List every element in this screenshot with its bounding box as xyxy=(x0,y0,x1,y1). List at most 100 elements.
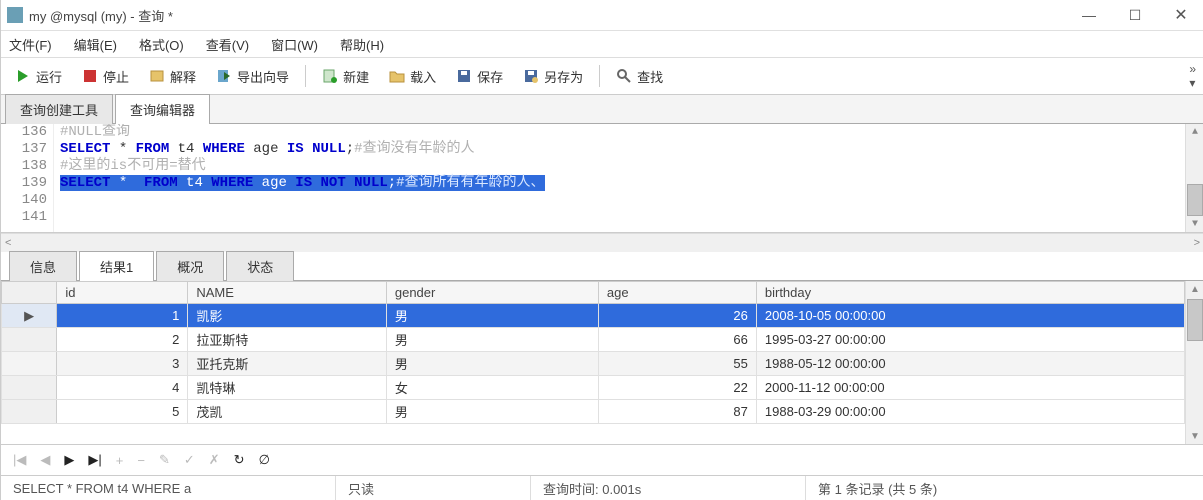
toolbar-overflow[interactable]: »▾ xyxy=(1181,62,1203,90)
nav-edit[interactable]: ✎ xyxy=(159,452,170,468)
minimize-button[interactable]: — xyxy=(1066,0,1112,30)
cell-gender[interactable]: 男 xyxy=(386,400,598,424)
tab-editor[interactable]: 查询编辑器 xyxy=(115,94,210,124)
menu-window[interactable]: 窗口(W) xyxy=(271,35,318,54)
cell-age[interactable]: 55 xyxy=(598,352,756,376)
maximize-button[interactable]: ☐ xyxy=(1112,0,1158,30)
status-sql: SELECT * FROM t4 WHERE a xyxy=(1,476,336,500)
tab-builder[interactable]: 查询创建工具 xyxy=(5,94,113,124)
cell-age[interactable]: 87 xyxy=(598,400,756,424)
cell-gender[interactable]: 女 xyxy=(386,376,598,400)
tab-profile[interactable]: 概况 xyxy=(156,251,224,281)
table-row[interactable]: 3亚托克斯男551988-05-12 00:00:00 xyxy=(2,352,1185,376)
sql-editor[interactable]: 136137138139140141 #NULL查询SELECT * FROM … xyxy=(1,124,1203,233)
cell-id[interactable]: 4 xyxy=(57,376,188,400)
nav-null[interactable]: ∅ xyxy=(259,452,270,468)
editor-hscroll[interactable]: <> xyxy=(1,233,1203,252)
cell-age[interactable]: 22 xyxy=(598,376,756,400)
cell-NAME[interactable]: 凯特琳 xyxy=(188,376,387,400)
nav-delete[interactable]: − xyxy=(137,453,145,468)
scroll-up-icon[interactable]: ▲ xyxy=(1192,124,1198,140)
cell-NAME[interactable]: 亚托克斯 xyxy=(188,352,387,376)
separator xyxy=(599,65,600,87)
new-icon xyxy=(322,68,338,84)
separator xyxy=(305,65,306,87)
new-button[interactable]: 新建 xyxy=(314,64,377,89)
explain-button[interactable]: 解释 xyxy=(141,64,204,89)
stop-button[interactable]: 停止 xyxy=(74,64,137,89)
nav-cancel[interactable]: ✗ xyxy=(209,452,220,468)
export-icon xyxy=(216,68,232,84)
row-header xyxy=(2,282,57,304)
editor-vscroll[interactable]: ▲ ▼ xyxy=(1185,124,1203,232)
cell-id[interactable]: 2 xyxy=(57,328,188,352)
cell-id[interactable]: 3 xyxy=(57,352,188,376)
cell-birthday[interactable]: 2000-11-12 00:00:00 xyxy=(756,376,1184,400)
cell-NAME[interactable]: 凯影 xyxy=(188,304,387,328)
editor-tabs: 查询创建工具 查询编辑器 xyxy=(1,95,1203,124)
row-indicator xyxy=(2,376,57,400)
row-indicator: ▶ xyxy=(2,304,57,328)
cell-NAME[interactable]: 拉亚斯特 xyxy=(188,328,387,352)
row-indicator xyxy=(2,352,57,376)
nav-first[interactable]: |◀ xyxy=(13,452,26,468)
row-indicator xyxy=(2,328,57,352)
nav-prev[interactable]: ◀ xyxy=(40,452,50,468)
table-row[interactable]: 2拉亚斯特男661995-03-27 00:00:00 xyxy=(2,328,1185,352)
cell-birthday[interactable]: 1988-05-12 00:00:00 xyxy=(756,352,1184,376)
scroll-down-icon[interactable]: ▼ xyxy=(1192,216,1198,232)
nav-apply[interactable]: ✓ xyxy=(184,452,195,468)
cell-birthday[interactable]: 2008-10-05 00:00:00 xyxy=(756,304,1184,328)
explain-icon xyxy=(149,68,165,84)
menu-format[interactable]: 格式(O) xyxy=(139,35,184,54)
cell-gender[interactable]: 男 xyxy=(386,304,598,328)
close-button[interactable]: ✕ xyxy=(1158,0,1203,30)
col-gender[interactable]: gender xyxy=(386,282,598,304)
nav-add[interactable]: + xyxy=(116,453,124,468)
cell-birthday[interactable]: 1988-03-29 00:00:00 xyxy=(756,400,1184,424)
cell-gender[interactable]: 男 xyxy=(386,352,598,376)
export-button[interactable]: 导出向导 xyxy=(208,64,297,89)
col-birthday[interactable]: birthday xyxy=(756,282,1184,304)
save-button[interactable]: 保存 xyxy=(448,64,511,89)
cell-age[interactable]: 66 xyxy=(598,328,756,352)
menu-edit[interactable]: 编辑(E) xyxy=(74,35,117,54)
cell-id[interactable]: 5 xyxy=(57,400,188,424)
tab-info[interactable]: 信息 xyxy=(9,251,77,281)
col-age[interactable]: age xyxy=(598,282,756,304)
menu-help[interactable]: 帮助(H) xyxy=(340,35,384,54)
line-gutter: 136137138139140141 xyxy=(1,124,54,232)
toolbar: 运行 停止 解释 导出向导 新建 载入 保存 另存为 查找 »▾ xyxy=(1,58,1203,95)
menu-file[interactable]: 文件(F) xyxy=(9,35,52,54)
saveas-button[interactable]: 另存为 xyxy=(515,64,591,89)
status-readonly: 只读 xyxy=(336,476,531,500)
nav-last[interactable]: ▶| xyxy=(88,452,101,468)
scroll-thumb[interactable] xyxy=(1187,299,1203,341)
result-grid[interactable]: idNAMEgenderagebirthday▶1凯影男262008-10-05… xyxy=(1,281,1185,444)
table-row[interactable]: ▶1凯影男262008-10-05 00:00:00 xyxy=(2,304,1185,328)
load-button[interactable]: 载入 xyxy=(381,64,444,89)
nav-next[interactable]: ▶ xyxy=(64,452,74,468)
cell-NAME[interactable]: 茂凯 xyxy=(188,400,387,424)
scroll-up-icon[interactable]: ▲ xyxy=(1190,281,1200,297)
scroll-thumb[interactable] xyxy=(1187,184,1203,216)
cell-gender[interactable]: 男 xyxy=(386,328,598,352)
cell-id[interactable]: 1 xyxy=(57,304,188,328)
tab-result1[interactable]: 结果1 xyxy=(79,251,154,281)
stop-icon xyxy=(82,68,98,84)
menu-view[interactable]: 查看(V) xyxy=(206,35,249,54)
col-NAME[interactable]: NAME xyxy=(188,282,387,304)
tab-status[interactable]: 状态 xyxy=(226,251,294,281)
scroll-down-icon[interactable]: ▼ xyxy=(1190,428,1200,444)
row-indicator xyxy=(2,400,57,424)
code-area[interactable]: #NULL查询SELECT * FROM t4 WHERE age IS NUL… xyxy=(54,124,1185,232)
cell-age[interactable]: 26 xyxy=(598,304,756,328)
table-row[interactable]: 4凯特琳女222000-11-12 00:00:00 xyxy=(2,376,1185,400)
col-id[interactable]: id xyxy=(57,282,188,304)
cell-birthday[interactable]: 1995-03-27 00:00:00 xyxy=(756,328,1184,352)
grid-vscroll[interactable]: ▲ ▼ xyxy=(1185,281,1203,444)
find-button[interactable]: 查找 xyxy=(608,64,671,89)
run-button[interactable]: 运行 xyxy=(7,64,70,89)
nav-refresh[interactable]: ↻ xyxy=(234,452,245,468)
table-row[interactable]: 5茂凯男871988-03-29 00:00:00 xyxy=(2,400,1185,424)
